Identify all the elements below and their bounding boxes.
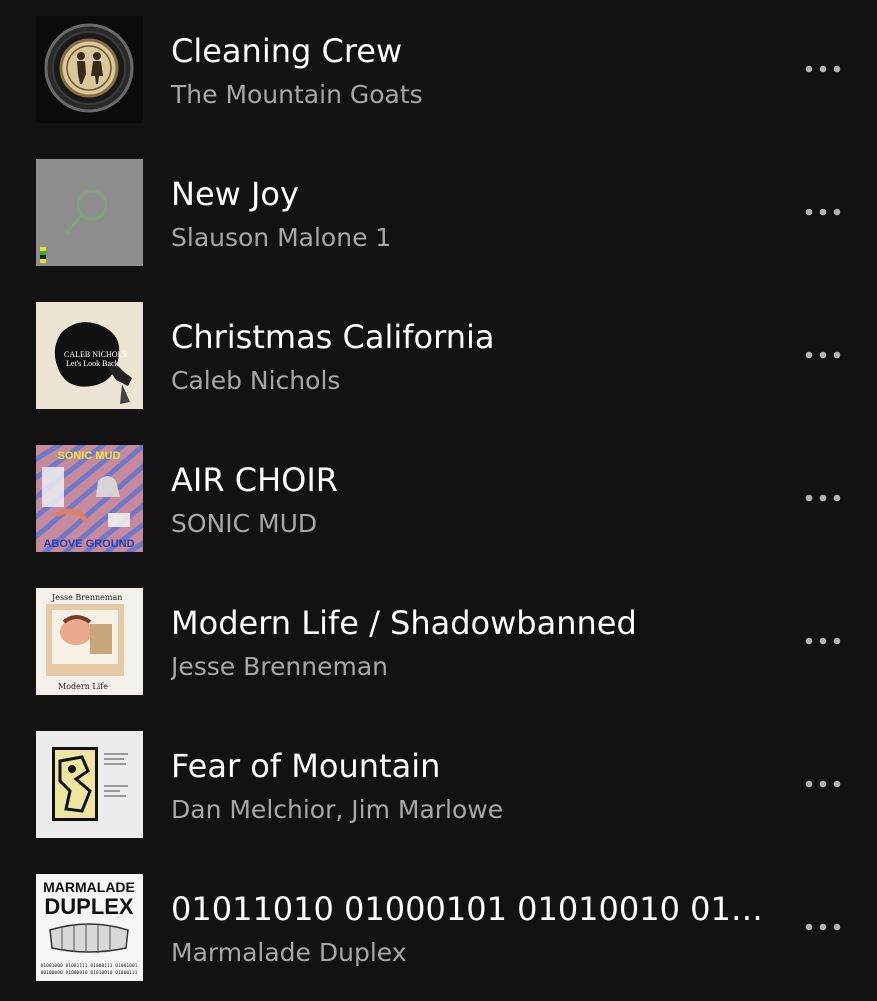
album-cover-new-joy <box>36 159 143 266</box>
more-horizontal-icon <box>805 637 841 645</box>
cover-text-jesse-top: Jesse Brenneman <box>51 593 122 602</box>
cover-text-sonic-bottom: ABOVE GROUND <box>43 538 134 550</box>
cover-text-sonic-top: SONIC MUD <box>58 450 121 462</box>
more-horizontal-icon <box>805 923 841 931</box>
more-options-button[interactable] <box>795 476 851 520</box>
track-title[interactable]: Christmas California <box>171 317 781 357</box>
more-options-button[interactable] <box>795 333 851 377</box>
cover-text-caleb-2: Let's Look Back <box>66 359 119 368</box>
track-row[interactable]: MARMALADE DUPLEX 01001000 01001111 01000… <box>0 858 877 1001</box>
track-artist[interactable]: Slauson Malone 1 <box>171 222 781 254</box>
track-title[interactable]: Fear of Mountain <box>171 746 781 786</box>
album-cover-air-choir: SONIC MUD ABOVE GROUND <box>36 445 143 552</box>
cover-text-marmalade-2: DUPLEX <box>44 894 134 919</box>
track-row[interactable]: Cleaning Crew The Mountain Goats <box>0 0 877 143</box>
cover-text-jesse-bottom: Modern Life <box>58 682 108 691</box>
track-artist[interactable]: Marmalade Duplex <box>171 937 781 969</box>
album-cover-christmas-california: CALEB NICHOLS Let's Look Back <box>36 302 143 409</box>
more-horizontal-icon <box>805 780 841 788</box>
album-cover-fear-of-mountain <box>36 731 143 838</box>
cover-text-marmalade-binary-1: 01001000 01001111 01000111 01001001 <box>41 963 138 969</box>
more-options-button[interactable] <box>795 47 851 91</box>
track-title[interactable]: New Joy <box>171 174 781 214</box>
track-row[interactable]: New Joy Slauson Malone 1 <box>0 143 877 286</box>
track-artist[interactable]: SONIC MUD <box>171 508 781 540</box>
track-title[interactable]: 01011010 01000101 01010010 0100… <box>171 889 781 929</box>
album-cover-marmalade-duplex: MARMALADE DUPLEX 01001000 01001111 01000… <box>36 874 143 981</box>
track-row[interactable]: Fear of Mountain Dan Melchior, Jim Marlo… <box>0 715 877 858</box>
track-title[interactable]: AIR CHOIR <box>171 460 781 500</box>
more-horizontal-icon <box>805 494 841 502</box>
track-row[interactable]: CALEB NICHOLS Let's Look Back Christmas … <box>0 286 877 429</box>
track-row[interactable]: SONIC MUD ABOVE GROUND AIR CHOIR SONIC M… <box>0 429 877 572</box>
track-artist[interactable]: Caleb Nichols <box>171 365 781 397</box>
track-artist[interactable]: The Mountain Goats <box>171 79 781 111</box>
more-horizontal-icon <box>805 208 841 216</box>
more-options-button[interactable] <box>795 619 851 663</box>
more-options-button[interactable] <box>795 190 851 234</box>
track-title[interactable]: Cleaning Crew <box>171 31 781 71</box>
more-horizontal-icon <box>805 351 841 359</box>
more-options-button[interactable] <box>795 905 851 949</box>
cover-text-caleb-1: CALEB NICHOLS <box>64 350 127 359</box>
track-artist[interactable]: Dan Melchior, Jim Marlowe <box>171 794 781 826</box>
track-list: Cleaning Crew The Mountain Goats New Joy <box>0 0 877 1000</box>
track-artist[interactable]: Jesse Brenneman <box>171 651 781 683</box>
album-cover-cleaning-crew <box>36 16 143 123</box>
more-options-button[interactable] <box>795 762 851 806</box>
track-title[interactable]: Modern Life / Shadowbanned <box>171 603 781 643</box>
cover-text-marmalade-1: MARMALADE <box>43 879 135 895</box>
album-cover-modern-life: Jesse Brenneman Modern Life <box>36 588 143 695</box>
cover-text-marmalade-binary-2: 00100000 01000010 01010010 01000111 <box>41 970 138 976</box>
more-horizontal-icon <box>805 65 841 73</box>
track-row[interactable]: Jesse Brenneman Modern Life Modern Life … <box>0 572 877 715</box>
